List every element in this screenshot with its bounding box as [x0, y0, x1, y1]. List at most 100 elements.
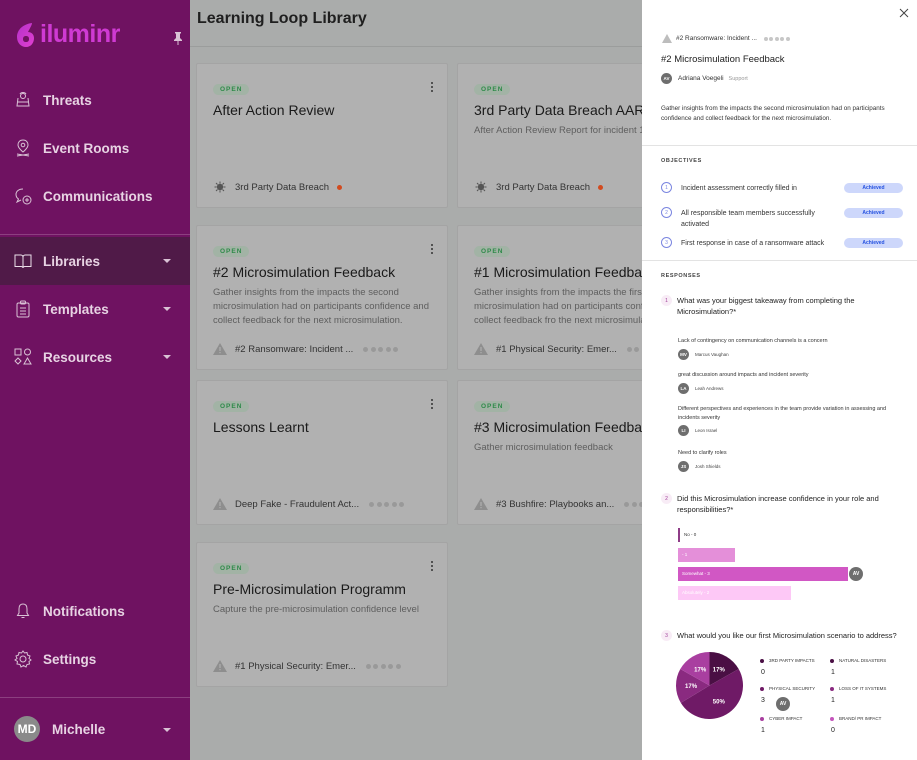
- legend-label: PHYSICAL SECURITY: [769, 686, 816, 691]
- legend-swatch: [760, 658, 764, 663]
- status-badge: OPEN: [474, 401, 511, 412]
- response-item: great discussion around impacts and inci…: [678, 371, 903, 394]
- status-badge: OPEN: [213, 246, 250, 257]
- question-number: 3: [661, 630, 672, 641]
- avatar: LA: [678, 382, 689, 394]
- status-dot: [598, 184, 603, 190]
- page-title: Learning Loop Library: [197, 10, 367, 27]
- card-description: Gather insights from the impacts the fir…: [474, 287, 642, 326]
- avatar: MD: [14, 716, 40, 742]
- author-name: Adriana Voegeli: [678, 75, 724, 82]
- severity-dots: [369, 501, 407, 507]
- panel-title: #2 Microsimulation Feedback: [661, 54, 785, 65]
- response-text: Different perspectives and experiences i…: [678, 406, 887, 421]
- legend-swatch: [830, 686, 834, 691]
- more-options-icon[interactable]: [431, 244, 434, 256]
- sidebar-item-communications[interactable]: Communications: [0, 172, 190, 220]
- warning-icon: [662, 34, 672, 43]
- sidebar-item-label: Templates: [43, 301, 109, 317]
- library-card[interactable]: OPEN #1 Microsimulation Feedback Gather in…: [457, 225, 642, 370]
- more-options-icon[interactable]: [431, 82, 434, 94]
- response-text: great discussion around impacts and inci…: [678, 372, 809, 378]
- card-description: Gather insights from the impacts the sec…: [213, 287, 429, 326]
- library-card[interactable]: OPEN 3rd Party Data Breach AAR After Actio…: [457, 63, 642, 208]
- chevron-down-icon[interactable]: [163, 307, 171, 311]
- shapes-icon: [14, 348, 32, 365]
- legend-swatch: [830, 658, 834, 663]
- sidebar-item-settings[interactable]: Settings: [0, 635, 190, 683]
- section-divider: [642, 260, 917, 261]
- response-text: Lack of contingency on communication cha…: [678, 338, 828, 344]
- legend-value: 0: [831, 727, 835, 734]
- severity-dots: [624, 501, 642, 507]
- warning-icon: [474, 343, 488, 355]
- question-text: What would you like our first Microsimul…: [677, 631, 897, 640]
- virus-icon: [475, 181, 487, 193]
- card-title: After Action Review: [213, 102, 335, 118]
- card-title: #2 Microsimulation Feedback: [213, 264, 396, 280]
- card-threat: Deep Fake - Fraudulent Act...: [213, 498, 407, 510]
- avatar: MV: [678, 348, 689, 360]
- clipboard-icon: [16, 300, 30, 318]
- chevron-down-icon[interactable]: [163, 728, 171, 732]
- status-badge: OPEN: [213, 563, 250, 574]
- panel-description: Gather insights from the impacts the sec…: [661, 105, 885, 122]
- card-threat: #2 Ransomware: Incident ...: [213, 343, 401, 355]
- card-title: Lessons Learnt: [213, 419, 309, 435]
- card-threat: #1 Physical Security: Emer...: [213, 660, 403, 672]
- sidebar-item-label: Resources: [43, 349, 113, 365]
- question-text: Did this Microsimulation increase confid…: [677, 494, 879, 514]
- sidebar-item-label: Threats: [43, 92, 92, 108]
- legend-value: 1: [831, 669, 835, 676]
- legend-label: BRAND/ PR IMPACT: [839, 716, 882, 721]
- sidebar-item-resources[interactable]: Resources: [0, 333, 190, 381]
- legend-item: CYBER IMPACT 1: [760, 716, 802, 734]
- objectives-heading: OBJECTIVES: [661, 158, 702, 164]
- pin-icon[interactable]: [172, 31, 184, 45]
- sidebar-item-event-rooms[interactable]: Event Rooms: [0, 124, 190, 172]
- chevron-down-icon[interactable]: [163, 355, 171, 359]
- legend-label: CYBER IMPACT: [769, 716, 803, 721]
- status-dot: [337, 184, 342, 190]
- card-threat: #1 Physical Security: Emer...: [474, 343, 642, 355]
- card-title: Pre-Microsimulation Programm: [213, 581, 406, 597]
- sidebar-item-notifications[interactable]: Notifications: [0, 587, 190, 635]
- bell-icon: [16, 603, 30, 618]
- status-badge: Achieved: [844, 208, 903, 218]
- warning-icon: [213, 343, 227, 355]
- card-title: #1 Microsimulation Feedback: [474, 264, 642, 280]
- severity-dots: [363, 346, 401, 352]
- user-menu[interactable]: MD Michelle: [0, 708, 190, 750]
- library-card[interactable]: OPEN #3 Microsimulation Feedback Gather mi…: [457, 380, 642, 525]
- legend-item: LOSS OF IT SYSTEMS 1: [830, 686, 886, 704]
- library-card[interactable]: OPEN #2 Microsimulation Feedback Gather in…: [196, 225, 448, 370]
- sidebar-item-threats[interactable]: Threats: [0, 76, 190, 124]
- card-description: Gather microsimulation feedback: [474, 442, 613, 453]
- respondent-name: Josh Shields: [695, 463, 721, 469]
- warning-icon: [213, 498, 227, 510]
- chat-add-icon: [15, 188, 32, 205]
- more-options-icon[interactable]: [431, 399, 434, 411]
- objective-text: First response in case of a ransomware a…: [681, 240, 825, 247]
- warning-icon: [474, 498, 488, 510]
- sidebar-item-libraries[interactable]: Libraries: [0, 237, 190, 285]
- card-threat: #3 Bushfire: Playbooks an...: [474, 498, 642, 510]
- chevron-down-icon[interactable]: [163, 259, 171, 263]
- question-number: 1: [661, 295, 672, 306]
- library-card[interactable]: OPEN Pre-Microsimulation Programm Capture …: [196, 542, 448, 687]
- library-card[interactable]: OPEN Lessons Learnt Deep Fake - Fraudulent…: [196, 380, 448, 525]
- respondent-name: Leon Israel: [695, 428, 718, 433]
- close-icon[interactable]: [899, 8, 909, 18]
- respondent-name: Marcus Vaughan: [695, 351, 729, 357]
- main-content: Learning Loop Library OPEN After Action R…: [190, 0, 642, 760]
- more-options-icon[interactable]: [431, 561, 434, 573]
- avatar: JS: [678, 460, 689, 472]
- sidebar-item-templates[interactable]: Templates: [0, 285, 190, 333]
- iluminr-logo-icon: [17, 22, 34, 47]
- detail-panel: #2 Ransomware: Incident ... #2 Microsimu…: [642, 0, 917, 760]
- threat-breadcrumb[interactable]: #2 Ransomware: Incident ...: [662, 34, 791, 43]
- brand-logo[interactable]: iluminr: [14, 20, 120, 49]
- legend-item: BRAND/ PR IMPACT 0: [830, 716, 881, 734]
- library-card[interactable]: OPEN After Action Review 3rd Party Data Br…: [196, 63, 448, 208]
- avatar: AV: [776, 697, 790, 711]
